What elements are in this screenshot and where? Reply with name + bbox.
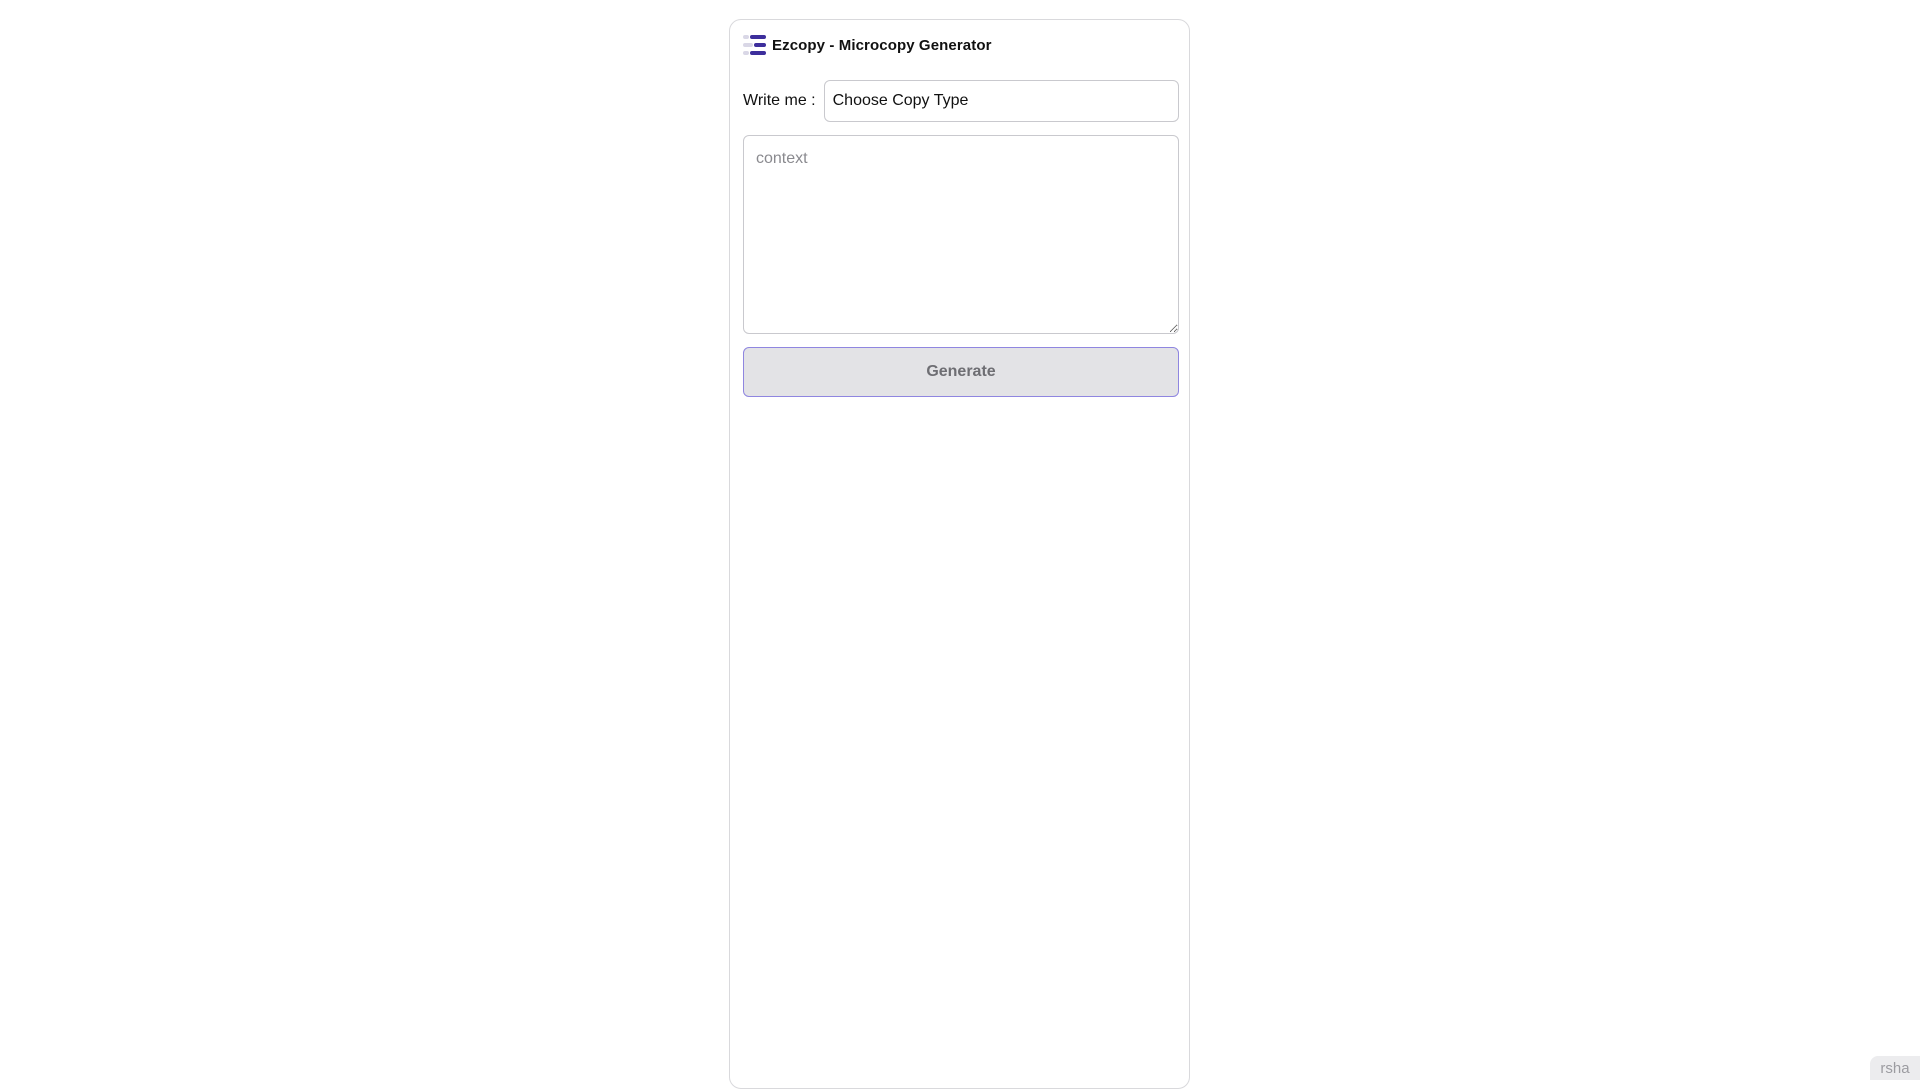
stacked-bars-logo-icon xyxy=(743,34,767,56)
copy-type-select[interactable]: Choose Copy Type xyxy=(824,80,1179,122)
generator-panel: Ezcopy - Microcopy Generator Write me : … xyxy=(729,19,1190,1089)
copy-type-value: Choose Copy Type xyxy=(833,92,969,110)
app-header: Ezcopy - Microcopy Generator xyxy=(743,34,992,56)
generate-button[interactable]: Generate xyxy=(743,347,1179,397)
context-textarea[interactable] xyxy=(743,135,1179,334)
app-title: Ezcopy - Microcopy Generator xyxy=(772,37,992,54)
copy-type-row: Write me : Choose Copy Type xyxy=(743,80,1179,122)
corner-tag[interactable]: rsha xyxy=(1870,1056,1920,1080)
write-me-label: Write me : xyxy=(743,92,816,110)
